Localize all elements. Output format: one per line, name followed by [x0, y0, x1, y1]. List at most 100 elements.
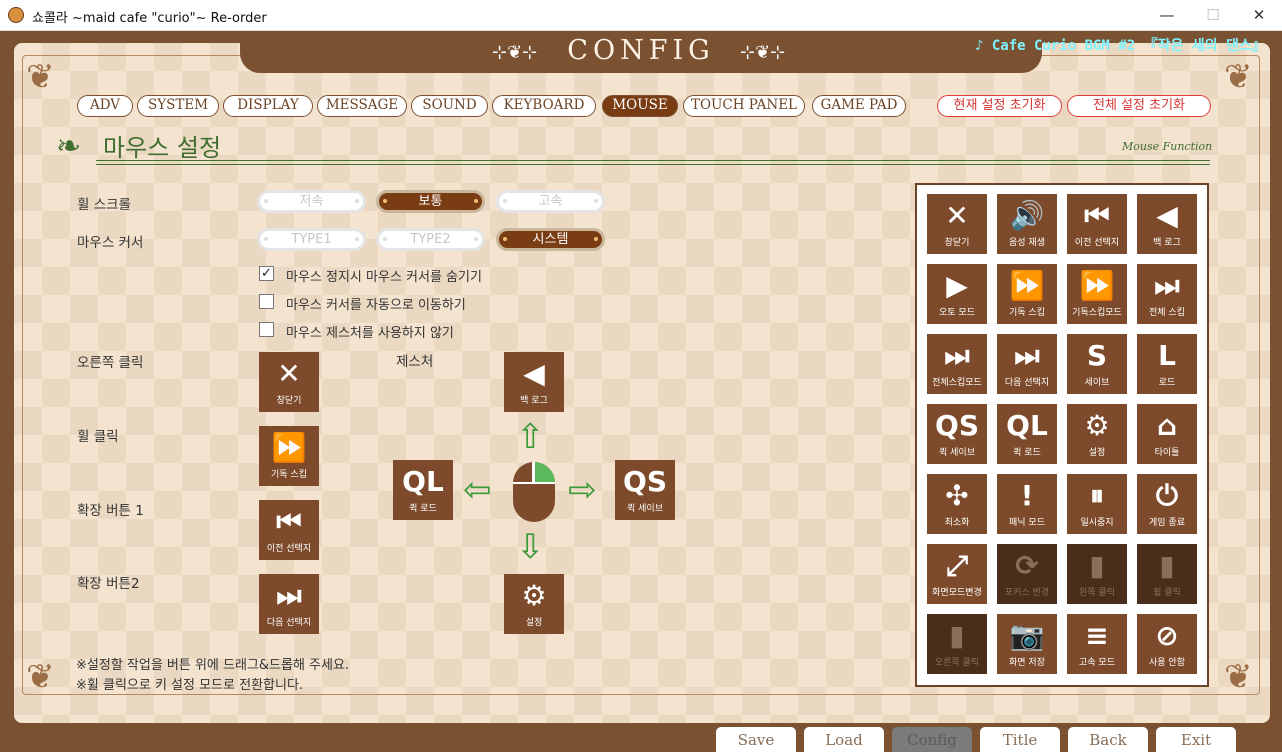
- palette-item-label: 퀵 세이브: [939, 448, 975, 458]
- palette-item[interactable]: ≡ 고속 모드: [1067, 614, 1127, 674]
- tab-touch-panel[interactable]: TOUCH PANEL: [683, 95, 805, 117]
- palette-item[interactable]: ⏭ 전체 스킵: [1137, 264, 1197, 324]
- tab-mouse[interactable]: MOUSE: [602, 95, 678, 117]
- palette-item[interactable]: ✣ 최소화: [927, 474, 987, 534]
- load-button[interactable]: Load: [804, 727, 884, 752]
- right-click-slot[interactable]: ✕ 창닫기: [259, 352, 319, 412]
- palette-item-label: 백 로그: [1153, 238, 1181, 248]
- palette-item[interactable]: ⟳ 포커스 변경: [997, 544, 1057, 604]
- reset-all-button[interactable]: 전체 설정 초기화: [1067, 95, 1211, 117]
- palette-item[interactable]: ▮ 휠 클릭: [1137, 544, 1197, 604]
- slot-label: 기독 스킵: [271, 470, 307, 480]
- cursor-type2[interactable]: TYPE2: [376, 228, 485, 251]
- minimize-button[interactable]: —: [1144, 0, 1190, 31]
- palette-item[interactable]: ⚙ 설정: [1067, 404, 1127, 464]
- gesture-label: 제스처: [396, 354, 434, 370]
- wheel-click-slot[interactable]: ⏩ 기독 스킵: [259, 426, 319, 486]
- config-button[interactable]: Config: [892, 727, 972, 752]
- quick-load-icon: QL: [402, 465, 444, 498]
- gesture-left-slot[interactable]: QL 퀵 로드: [393, 460, 453, 520]
- cursor-type1[interactable]: TYPE1: [257, 228, 366, 251]
- close-icon: ✕: [945, 199, 969, 232]
- close-window-button[interactable]: ✕: [1236, 0, 1282, 31]
- palette-item[interactable]: L 로드: [1137, 334, 1197, 394]
- palette-item-label: 이전 선택지: [1074, 238, 1120, 248]
- palette-item-label: 음성 재생: [1009, 238, 1045, 248]
- palette-item[interactable]: ⏮ 이전 선택지: [1067, 194, 1127, 254]
- ext2-slot[interactable]: ⏭ 다음 선택지: [259, 574, 319, 634]
- palette-item-label: 최소화: [944, 518, 970, 528]
- palette-item[interactable]: ⊘ 사용 안함: [1137, 614, 1197, 674]
- cursor-system[interactable]: 시스템: [496, 228, 605, 251]
- note-drag: ※설정할 작업을 버튼 위에 드래그&드롭해 주세요.: [76, 658, 350, 673]
- skip-all-icon: ⏭: [1154, 269, 1180, 302]
- palette-item[interactable]: 🔊 음성 재생: [997, 194, 1057, 254]
- tab-system[interactable]: SYSTEM: [137, 95, 219, 117]
- panic-icon: !: [1020, 479, 1034, 512]
- palette-item[interactable]: ⏸ 일시중지: [1067, 474, 1127, 534]
- palette-item[interactable]: ⏭ 전체스킵모드: [927, 334, 987, 394]
- palette-item[interactable]: ⏩ 기독 스킵: [997, 264, 1057, 324]
- palette-item[interactable]: ▮ 오른쪽 클릭: [927, 614, 987, 674]
- wheel-scroll-normal[interactable]: 보통: [376, 190, 485, 213]
- ext1-slot[interactable]: ⏮ 이전 선택지: [259, 500, 319, 560]
- back-button[interactable]: Back: [1068, 727, 1148, 752]
- palette-item[interactable]: S 세이브: [1067, 334, 1127, 394]
- palette-item[interactable]: ⤢ 화면모드변경: [927, 544, 987, 604]
- palette-item[interactable]: 📷 화면 저장: [997, 614, 1057, 674]
- gesture-right-slot[interactable]: QS 퀵 세이브: [615, 460, 675, 520]
- palette-item[interactable]: ⏻ 게임 종료: [1137, 474, 1197, 534]
- palette-item[interactable]: ⌂ 타이틀: [1137, 404, 1197, 464]
- palette-item[interactable]: ⏭ 다음 선택지: [997, 334, 1057, 394]
- palette-item[interactable]: QS 퀵 세이브: [927, 404, 987, 464]
- tab-display[interactable]: DISPLAY: [223, 95, 313, 117]
- header-tab: ⊹❦⊹ CONFIG ⊹❦⊹: [240, 31, 1042, 73]
- wheel-scroll-slow[interactable]: 저속: [257, 190, 366, 213]
- title-button[interactable]: Title: [980, 727, 1060, 752]
- tab-game-pad[interactable]: GAME PAD: [812, 95, 906, 117]
- tab-sound[interactable]: SOUND: [411, 95, 488, 117]
- palette-item[interactable]: ✕ 창닫기: [927, 194, 987, 254]
- tab-message[interactable]: MESSAGE: [317, 95, 407, 117]
- palette-item[interactable]: ▶ 오토 모드: [927, 264, 987, 324]
- speaker-icon: 🔊: [1009, 199, 1045, 232]
- palette-item-label: 전체스킵모드: [932, 378, 982, 388]
- mouse-icon: [513, 462, 555, 522]
- wheel-scroll-fast[interactable]: 고속: [496, 190, 605, 213]
- wheel-click-label: 휠 클릭: [77, 429, 119, 445]
- palette-item-label: 기독스킵모드: [1072, 308, 1122, 318]
- corner-ornament-icon: ❦: [1224, 57, 1253, 97]
- gesture-up-slot[interactable]: ◀ 백 로그: [504, 352, 564, 412]
- tab-adv[interactable]: ADV: [77, 95, 133, 117]
- leaf-swirl-icon: ❧: [56, 129, 82, 164]
- exit-button[interactable]: Exit: [1156, 727, 1236, 752]
- palette-item-label: 왼쪽 클릭: [1079, 588, 1115, 598]
- palette-item-label: 휠 클릭: [1153, 588, 1181, 598]
- hide-cursor-checkbox[interactable]: ✓: [259, 266, 274, 281]
- minimize-icon: ✣: [945, 479, 969, 512]
- palette-item[interactable]: ! 패닉 모드: [997, 474, 1057, 534]
- ornament-right-icon: ⊹❦⊹: [740, 42, 786, 63]
- tab-keyboard[interactable]: KEYBOARD: [492, 95, 596, 117]
- palette-item[interactable]: QL 퀵 로드: [997, 404, 1057, 464]
- quick-save-icon: QS: [935, 409, 979, 442]
- palette-item[interactable]: ◀ 백 로그: [1137, 194, 1197, 254]
- auto-move-checkbox[interactable]: [259, 294, 274, 309]
- palette-item[interactable]: ⏩ 기독스킵모드: [1067, 264, 1127, 324]
- left-click-icon: ▮: [1089, 549, 1105, 582]
- gesture-down-slot[interactable]: ⚙ 설정: [504, 574, 564, 634]
- skip-read-icon: ⏩: [1009, 269, 1045, 302]
- section-subtitle: Mouse Function: [1122, 140, 1213, 153]
- palette-item-label: 설정: [1088, 448, 1106, 458]
- quick-save-icon: QS: [623, 465, 667, 498]
- slot-label: 퀵 로드: [409, 504, 437, 514]
- no-gesture-checkbox[interactable]: [259, 322, 274, 337]
- app-icon: [8, 7, 24, 23]
- save-button[interactable]: Save: [716, 727, 796, 752]
- maximize-button[interactable]: ☐: [1190, 0, 1236, 31]
- focus-icon: ⟳: [1015, 549, 1039, 582]
- palette-item-label: 오토 모드: [939, 308, 975, 318]
- slot-label: 설정: [525, 618, 543, 628]
- palette-item[interactable]: ▮ 왼쪽 클릭: [1067, 544, 1127, 604]
- reset-current-button[interactable]: 현재 설정 초기화: [937, 95, 1062, 117]
